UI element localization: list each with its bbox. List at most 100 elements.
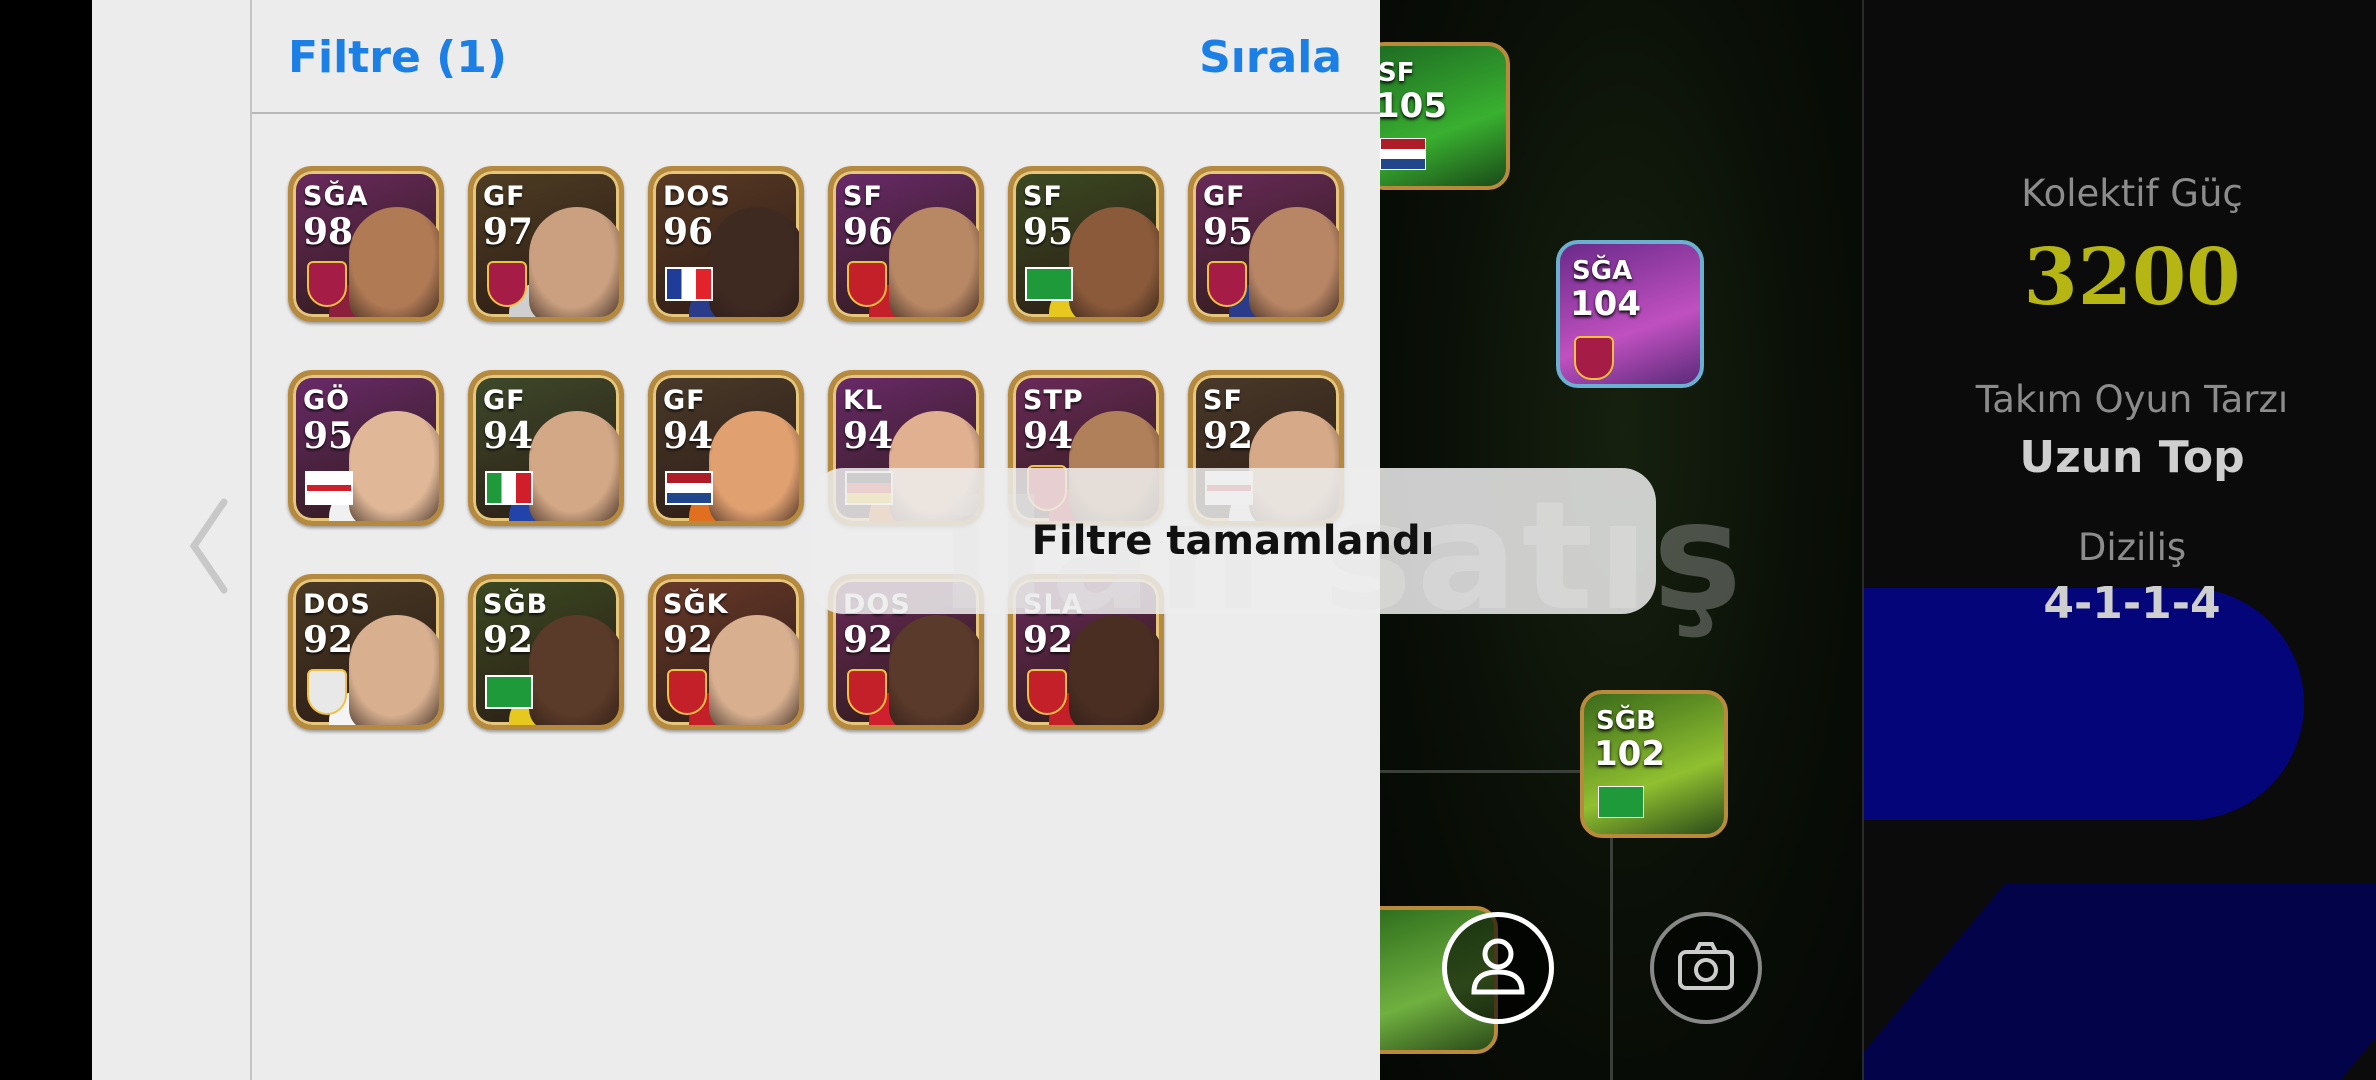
player-position: SF [843, 181, 883, 212]
player-rating: 104 [1570, 284, 1641, 324]
decorative-shape [1864, 884, 2376, 1080]
player-card[interactable]: SĞA 98 [288, 166, 444, 322]
player-rating: 105 [1376, 86, 1447, 126]
player-card[interactable]: DOS 96 [648, 166, 804, 322]
player-rating: 92 [843, 619, 894, 661]
player-rating: 92 [1203, 415, 1254, 457]
player-position: GF [483, 385, 526, 416]
club-crest-icon [307, 261, 347, 307]
player-position: DOS [303, 589, 371, 620]
flag-brazil-icon [1025, 267, 1073, 301]
player-position: SĞB [483, 589, 549, 620]
club-crest-icon [667, 669, 707, 715]
player-position: KL [843, 385, 884, 416]
toast-notification: Filtre tamamlandı [810, 468, 1656, 614]
toast-message: Filtre tamamlandı [1031, 518, 1435, 564]
player-position: DOS [663, 181, 731, 212]
player-portrait [529, 207, 619, 317]
player-rating: 95 [1023, 211, 1074, 253]
player-portrait [889, 207, 979, 317]
player-card[interactable]: GF 95 [1188, 166, 1344, 322]
sort-button[interactable]: Sırala [1199, 32, 1342, 83]
player-portrait [529, 411, 619, 521]
player-portrait [349, 411, 439, 521]
player-position: GÖ [303, 385, 351, 416]
player-card[interactable]: SĞB 92 [468, 574, 624, 730]
player-rating: 102 [1594, 734, 1665, 774]
back-button[interactable] [186, 498, 230, 598]
filter-button[interactable]: Filtre (1) [288, 32, 507, 83]
team-info-panel: Kolektif Güç 3200 Takım Oyun Tarzı Uzun … [1864, 0, 2376, 1080]
player-position: SĞB [1596, 706, 1656, 736]
player-position: SF [1203, 385, 1243, 416]
player-rating: 94 [663, 415, 714, 457]
player-portrait [529, 615, 619, 725]
player-rating: 95 [303, 415, 354, 457]
player-position: SF [1378, 58, 1415, 88]
player-position: SĞK [663, 589, 729, 620]
player-profile-button[interactable] [1442, 912, 1554, 1024]
pitch-line [1380, 770, 1610, 773]
club-crest-icon [1207, 261, 1247, 307]
player-card[interactable]: GF 94 [468, 370, 624, 526]
player-portrait [709, 207, 799, 317]
player-rating: 94 [483, 415, 534, 457]
player-rating: 94 [843, 415, 894, 457]
club-crest-icon [487, 261, 527, 307]
formation-label: Diziliş [2077, 526, 2187, 569]
field-player-card[interactable]: SĞA 104 [1556, 240, 1704, 388]
player-portrait [709, 615, 799, 725]
formation-value: 4-1-1-4 [2043, 578, 2221, 629]
player-position: SĞA [1572, 256, 1633, 286]
team-style-label: Takım Oyun Tarzı [1975, 378, 2289, 421]
player-card[interactable]: DOS92 [288, 574, 444, 730]
player-portrait [1069, 207, 1159, 317]
player-card[interactable]: GF 97 [468, 166, 624, 322]
flag-brazil-icon [1598, 786, 1644, 818]
player-card[interactable]: SF 96 [828, 166, 984, 322]
player-portrait [349, 615, 439, 725]
camera-button[interactable] [1650, 912, 1762, 1024]
flag-netherlands-icon [665, 471, 713, 505]
player-position: SĞA [303, 181, 369, 212]
chevron-left-icon [186, 498, 230, 598]
player-rating: 98 [303, 211, 354, 253]
flag-england-icon [305, 471, 353, 505]
player-portrait [1249, 207, 1339, 317]
collective-power-label: Kolektif Güç [2021, 172, 2243, 215]
collective-power-value: 3200 [2023, 232, 2241, 323]
player-rating: 92 [483, 619, 534, 661]
club-crest-icon [1027, 669, 1067, 715]
player-position: GF [1203, 181, 1246, 212]
player-card[interactable]: SĞK 92 [648, 574, 804, 730]
player-card[interactable]: GF 94 [648, 370, 804, 526]
flag-italy-icon [485, 471, 533, 505]
camera-icon [1674, 934, 1738, 1002]
club-crest-icon [1574, 336, 1614, 380]
player-rating: 97 [483, 211, 534, 253]
player-rating: 96 [843, 211, 894, 253]
player-portrait [349, 207, 439, 317]
club-crest-icon [847, 261, 887, 307]
player-rating: 92 [303, 619, 354, 661]
player-card[interactable]: SF 95 [1008, 166, 1164, 322]
flag-netherlands-icon [1380, 138, 1426, 170]
player-card[interactable]: GÖ 95 [288, 370, 444, 526]
player-position: GF [483, 181, 526, 212]
team-style-value: Uzun Top [2019, 432, 2245, 483]
player-position: STP [1023, 385, 1084, 416]
club-crest-icon [307, 669, 347, 715]
player-position: SF [1023, 181, 1063, 212]
player-rating: 95 [1203, 211, 1254, 253]
flag-brazil-icon [485, 675, 533, 709]
club-crest-icon [847, 669, 887, 715]
player-position: GF [663, 385, 706, 416]
player-rating: 96 [663, 211, 714, 253]
user-icon [1466, 934, 1530, 1002]
field-player-card[interactable]: SF 105 [1362, 42, 1510, 190]
field-player-card[interactable]: SĞB 102 [1580, 690, 1728, 838]
flag-france-icon [665, 267, 713, 301]
player-rating: 94 [1023, 415, 1074, 457]
player-portrait [709, 411, 799, 521]
player-rating: 92 [663, 619, 714, 661]
